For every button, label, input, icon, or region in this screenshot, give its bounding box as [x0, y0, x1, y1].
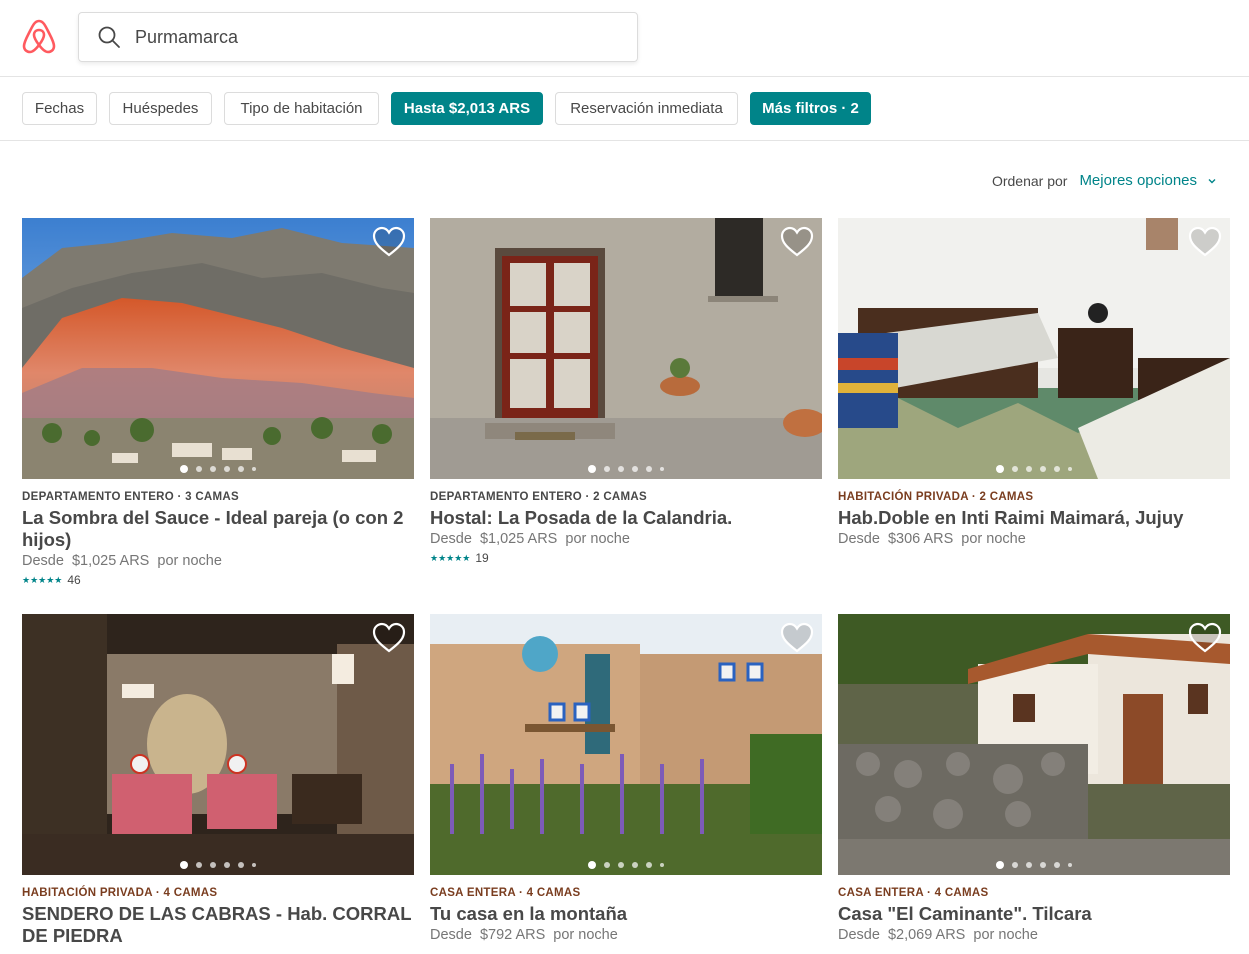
listing-rating: ★★★★★ 19: [430, 551, 822, 565]
top-header: [0, 0, 1249, 77]
twin-bedroom-image: [838, 218, 1230, 479]
listing-type: DEPARTAMENTO ENTERO · 2 CAMAS: [430, 491, 647, 503]
listing-title[interactable]: Casa "El Caminante". Tilcara: [838, 903, 1230, 925]
filter-instant-book-button[interactable]: Reservación inmediata: [555, 92, 738, 125]
photo-carousel-dots[interactable]: [22, 861, 414, 869]
price-prefix: Desde: [430, 531, 472, 547]
mountain-landscape-image: [22, 218, 414, 479]
review-count: 46: [67, 573, 81, 587]
sort-value: Mejores opciones: [1079, 172, 1197, 189]
listing-photo-stone-house[interactable]: [838, 614, 1230, 875]
star-rating-icon: ★★★★★: [22, 574, 63, 585]
stone-house-image: [838, 614, 1230, 875]
price-amount: $2,069 ARS: [887, 927, 966, 943]
sort-label: Ordenar por: [991, 172, 1068, 189]
search-icon: [98, 26, 120, 48]
listing-rating: ★★★★★ 46: [22, 573, 414, 587]
listing-photo-dim-bedroom[interactable]: [22, 614, 414, 875]
favorite-heart-icon[interactable]: [372, 622, 406, 654]
price-suffix: por noche: [961, 531, 1026, 547]
photo-carousel-dots[interactable]: [430, 861, 822, 869]
listing-price: Desde $306 ARS por noche: [838, 531, 1230, 547]
photo-carousel-dots[interactable]: [22, 465, 414, 473]
listing-price: Desde $2,069 ARS por noche: [838, 927, 1230, 943]
favorite-heart-icon[interactable]: [372, 226, 406, 258]
search-input[interactable]: [135, 26, 615, 48]
sort-dropdown[interactable]: Mejores opciones: [1079, 172, 1217, 189]
price-amount: $1,025 ARS: [479, 531, 558, 547]
listing-price: Desde $1,025 ARS por noche: [22, 553, 414, 569]
listing-title[interactable]: La Sombra del Sauce - Ideal pareja (o co…: [22, 507, 414, 551]
price-prefix: Desde: [838, 531, 880, 547]
favorite-heart-icon[interactable]: [780, 226, 814, 258]
price-suffix: por noche: [553, 927, 618, 943]
star-rating-icon: ★★★★★: [430, 552, 471, 563]
favorite-heart-icon[interactable]: [1188, 226, 1222, 258]
listing-card[interactable]: HABITACIÓN PRIVADA · 2 CAMAS Hab.Doble e…: [838, 218, 1230, 547]
listing-price: Desde $792 ARS por noche: [430, 927, 822, 943]
search-bar[interactable]: [78, 12, 638, 62]
filter-room-type-button[interactable]: Tipo de habitación: [224, 92, 379, 125]
listing-photo-adobe-door[interactable]: [430, 218, 822, 479]
price-prefix: Desde: [430, 927, 472, 943]
filter-guests-button[interactable]: Huéspedes: [109, 92, 212, 125]
sort-control: Ordenar por Mejores opciones: [992, 172, 1217, 189]
review-count: 19: [475, 551, 489, 565]
price-suffix: por noche: [565, 531, 630, 547]
listing-type: HABITACIÓN PRIVADA · 2 CAMAS: [838, 491, 1034, 503]
price-prefix: Desde: [22, 553, 64, 569]
chevron-down-icon: [1208, 178, 1216, 183]
listing-type: DEPARTAMENTO ENTERO · 3 CAMAS: [22, 491, 239, 503]
listing-card[interactable]: HABITACIÓN PRIVADA · 4 CAMAS SENDERO DE …: [22, 614, 414, 947]
photo-carousel-dots[interactable]: [838, 861, 1230, 869]
filter-price-button[interactable]: Hasta $2,013 ARS: [391, 92, 543, 125]
filter-bar: Fechas Huéspedes Tipo de habitación Hast…: [0, 77, 1249, 141]
listing-photo-garden-house[interactable]: [430, 614, 822, 875]
price-suffix: por noche: [157, 553, 222, 569]
photo-carousel-dots[interactable]: [430, 465, 822, 473]
adobe-door-image: [430, 218, 822, 479]
listing-card[interactable]: DEPARTAMENTO ENTERO · 3 CAMAS La Sombra …: [22, 218, 414, 587]
listing-type: HABITACIÓN PRIVADA · 4 CAMAS: [22, 887, 218, 899]
listing-type: CASA ENTERA · 4 CAMAS: [430, 887, 581, 899]
filter-more-button[interactable]: Más filtros · 2: [750, 92, 871, 125]
garden-house-image: [430, 614, 822, 875]
listing-card[interactable]: DEPARTAMENTO ENTERO · 2 CAMAS Hostal: La…: [430, 218, 822, 565]
listing-card[interactable]: CASA ENTERA · 4 CAMAS Casa "El Caminante…: [838, 614, 1230, 943]
airbnb-logo-icon[interactable]: [22, 18, 56, 54]
listing-title[interactable]: Hab.Doble en Inti Raimi Maimará, Jujuy: [838, 507, 1230, 529]
listing-title[interactable]: Tu casa en la montaña: [430, 903, 822, 925]
favorite-heart-icon[interactable]: [780, 622, 814, 654]
listing-title[interactable]: Hostal: La Posada de la Calandria.: [430, 507, 822, 529]
price-amount: $306 ARS: [887, 531, 954, 547]
listing-title[interactable]: SENDERO DE LAS CABRAS - Hab. CORRAL DE P…: [22, 903, 414, 947]
photo-carousel-dots[interactable]: [838, 465, 1230, 473]
favorite-heart-icon[interactable]: [1188, 622, 1222, 654]
price-suffix: por noche: [973, 927, 1038, 943]
price-amount: $792 ARS: [479, 927, 546, 943]
listing-type: CASA ENTERA · 4 CAMAS: [838, 887, 989, 899]
price-prefix: Desde: [838, 927, 880, 943]
price-amount: $1,025 ARS: [71, 553, 150, 569]
filter-dates-button[interactable]: Fechas: [22, 92, 97, 125]
listing-photo-twin-bedroom[interactable]: [838, 218, 1230, 479]
dim-bedroom-image: [22, 614, 414, 875]
listing-price: Desde $1,025 ARS por noche: [430, 531, 822, 547]
listing-card[interactable]: CASA ENTERA · 4 CAMAS Tu casa en la mont…: [430, 614, 822, 943]
listing-photo-mountain[interactable]: [22, 218, 414, 479]
